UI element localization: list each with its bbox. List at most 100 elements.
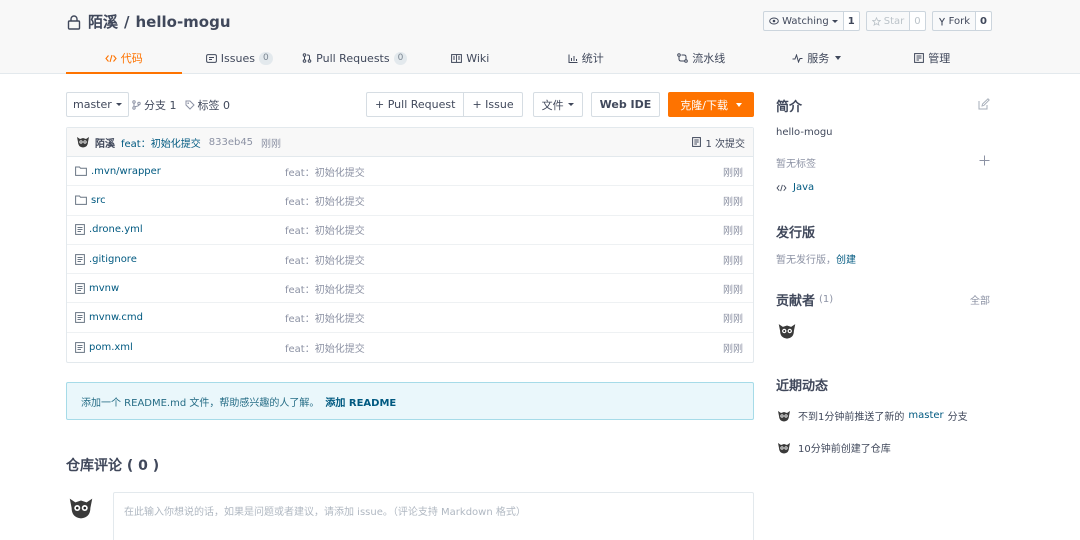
all-contributors-link[interactable]: 全部 — [970, 292, 990, 307]
file-row[interactable]: .gitignore feat：初始化提交 刚刚 — [67, 245, 753, 275]
language-row: Java — [776, 182, 814, 193]
tab-code[interactable]: 代码 — [66, 42, 182, 74]
toolbar-actions: + Pull Request + Issue 文件 Web IDE 克隆/下载 — [366, 92, 754, 117]
tab-label: 代码 — [120, 52, 143, 65]
tab-label: 服务 — [807, 52, 830, 65]
code-icon — [776, 184, 787, 191]
comments-title: 仓库评论 ( 0 ) — [66, 458, 160, 474]
file-name-link[interactable]: mvnw.cmd — [89, 312, 289, 323]
file-row[interactable]: src feat：初始化提交 刚刚 — [67, 186, 753, 216]
chevron-down-icon — [567, 103, 574, 106]
clone-download-button[interactable]: 克隆/下载 — [668, 92, 754, 117]
star-button[interactable]: Star — [865, 11, 911, 31]
file-name-link[interactable]: .gitignore — [89, 254, 289, 265]
commit-history-icon — [692, 137, 702, 147]
branch-tag-info: 分支 1 标签 0 — [132, 92, 230, 117]
file-icon — [75, 342, 85, 353]
tab-manage[interactable]: 管理 — [875, 42, 991, 74]
activity-branch-link[interactable]: master — [908, 410, 943, 421]
file-commit-message[interactable]: feat：初始化提交 — [285, 164, 365, 179]
activity-text: 不到1分钟前推送了新的 — [798, 412, 905, 423]
tab-issues[interactable]: Issues 0 — [182, 42, 298, 74]
branch-select[interactable]: master — [66, 92, 129, 117]
user-avatar[interactable] — [75, 135, 91, 149]
watch-button[interactable]: Watching — [763, 11, 844, 31]
current-user-avatar[interactable] — [66, 494, 96, 522]
file-commit-message[interactable]: feat：初始化提交 — [285, 340, 365, 355]
tab-pipeline[interactable]: 流水线 — [644, 42, 760, 74]
file-commit-message[interactable]: feat：初始化提交 — [285, 222, 365, 237]
add-readme-link[interactable]: 添加 README — [325, 394, 396, 409]
tab-label: 管理 — [928, 52, 951, 65]
tab-wiki[interactable]: Wiki — [413, 42, 529, 74]
chevron-down-icon — [835, 56, 842, 60]
file-row[interactable]: .drone.yml feat：初始化提交 刚刚 — [67, 216, 753, 245]
book-icon — [451, 53, 463, 63]
fork-button[interactable]: Fork — [931, 11, 977, 31]
tab-pull-requests[interactable]: Pull Requests 0 — [297, 42, 413, 74]
watch-count[interactable]: 1 — [843, 11, 860, 31]
contributors-title: 贡献者 — [776, 294, 816, 309]
language-link[interactable]: Java — [793, 182, 814, 193]
bar-chart-icon — [568, 54, 578, 63]
file-icon — [75, 282, 85, 294]
edit-icon[interactable] — [978, 98, 990, 110]
file-menu-button[interactable]: 文件 — [532, 92, 583, 117]
file-row[interactable]: mvnw.cmd feat：初始化提交 刚刚 — [67, 303, 753, 333]
tags-row: 暂无标签 — [776, 155, 990, 170]
file-commit-message[interactable]: feat：初始化提交 — [285, 281, 365, 296]
star-count[interactable]: 0 — [910, 11, 926, 31]
contributors-count: (1) — [819, 294, 834, 305]
branches-link[interactable]: 分支 1 — [144, 97, 177, 113]
tab-services[interactable]: 服务 — [759, 42, 875, 74]
fork-icon — [938, 17, 945, 25]
commit-time: 刚刚 — [261, 138, 282, 150]
file-commit-message[interactable]: feat：初始化提交 — [285, 252, 365, 267]
activity-text: 10分钟前创建了仓库 — [798, 444, 891, 455]
tab-stats[interactable]: 统计 — [528, 42, 644, 74]
user-avatar[interactable] — [776, 441, 792, 455]
contributor-avatar[interactable] — [776, 321, 798, 341]
file-commit-message[interactable]: feat：初始化提交 — [285, 310, 365, 325]
file-menu-label: 文件 — [541, 98, 564, 112]
web-ide-button[interactable]: Web IDE — [590, 92, 661, 117]
file-icon — [75, 224, 85, 236]
new-pull-request-button[interactable]: + Pull Request — [366, 92, 465, 117]
file-name-link[interactable]: .mvn/wrapper — [91, 166, 291, 177]
file-commit-time: 刚刚 — [723, 196, 743, 208]
repo-owner-link[interactable]: 陌溪 — [88, 11, 118, 32]
file-commit-time: 刚刚 — [723, 314, 743, 326]
create-release-link[interactable]: 创建 — [836, 251, 856, 266]
file-name-link[interactable]: src — [91, 195, 291, 206]
lock-icon — [67, 14, 81, 30]
issues-count-badge: 0 — [258, 51, 273, 65]
commit-message-link[interactable]: feat：初始化提交 — [121, 135, 201, 150]
file-row[interactable]: mvnw feat：初始化提交 刚刚 — [67, 274, 753, 304]
file-name-link[interactable]: .drone.yml — [89, 224, 289, 235]
comment-input[interactable] — [113, 492, 754, 540]
fork-count[interactable]: 0 — [976, 11, 992, 31]
add-readme-tip: 添加一个 README.md 文件，帮助感兴趣的人了解。 添加 README — [66, 382, 754, 420]
file-commit-time: 刚刚 — [723, 167, 743, 179]
commit-author[interactable]: 陌溪 — [95, 135, 115, 150]
file-row[interactable]: pom.xml feat：初始化提交 刚刚 — [67, 333, 753, 362]
user-avatar[interactable] — [776, 409, 792, 423]
commit-count-link[interactable]: 1 次提交 — [692, 135, 745, 150]
commit-sha-link[interactable]: 833eb45 — [209, 137, 253, 148]
branch-name: master — [73, 98, 112, 111]
watch-group: Watching 1 — [763, 11, 860, 31]
contributors-heading: 贡献者 (1) 全部 — [776, 290, 990, 309]
tags-link[interactable]: 标签 0 — [198, 97, 231, 113]
activity-text-suffix: 分支 — [947, 412, 968, 423]
repo-toolbar: master 分支 1 标签 0 + Pull Request + Issue … — [66, 92, 754, 118]
file-name-link[interactable]: pom.xml — [89, 342, 289, 353]
activity-item: 不到1分钟前推送了新的 master 分支 — [776, 408, 968, 423]
file-name-link[interactable]: mvnw — [89, 283, 289, 294]
releases-row: 暂无发行版， 创建 — [776, 251, 856, 266]
file-row[interactable]: .mvn/wrapper feat：初始化提交 刚刚 — [67, 157, 753, 187]
new-issue-button[interactable]: + Issue — [464, 92, 523, 117]
file-commit-message[interactable]: feat：初始化提交 — [285, 193, 365, 208]
repo-name-link[interactable]: hello-mogu — [136, 13, 231, 31]
branch-icon — [132, 99, 141, 110]
add-tag-icon[interactable] — [979, 155, 990, 166]
